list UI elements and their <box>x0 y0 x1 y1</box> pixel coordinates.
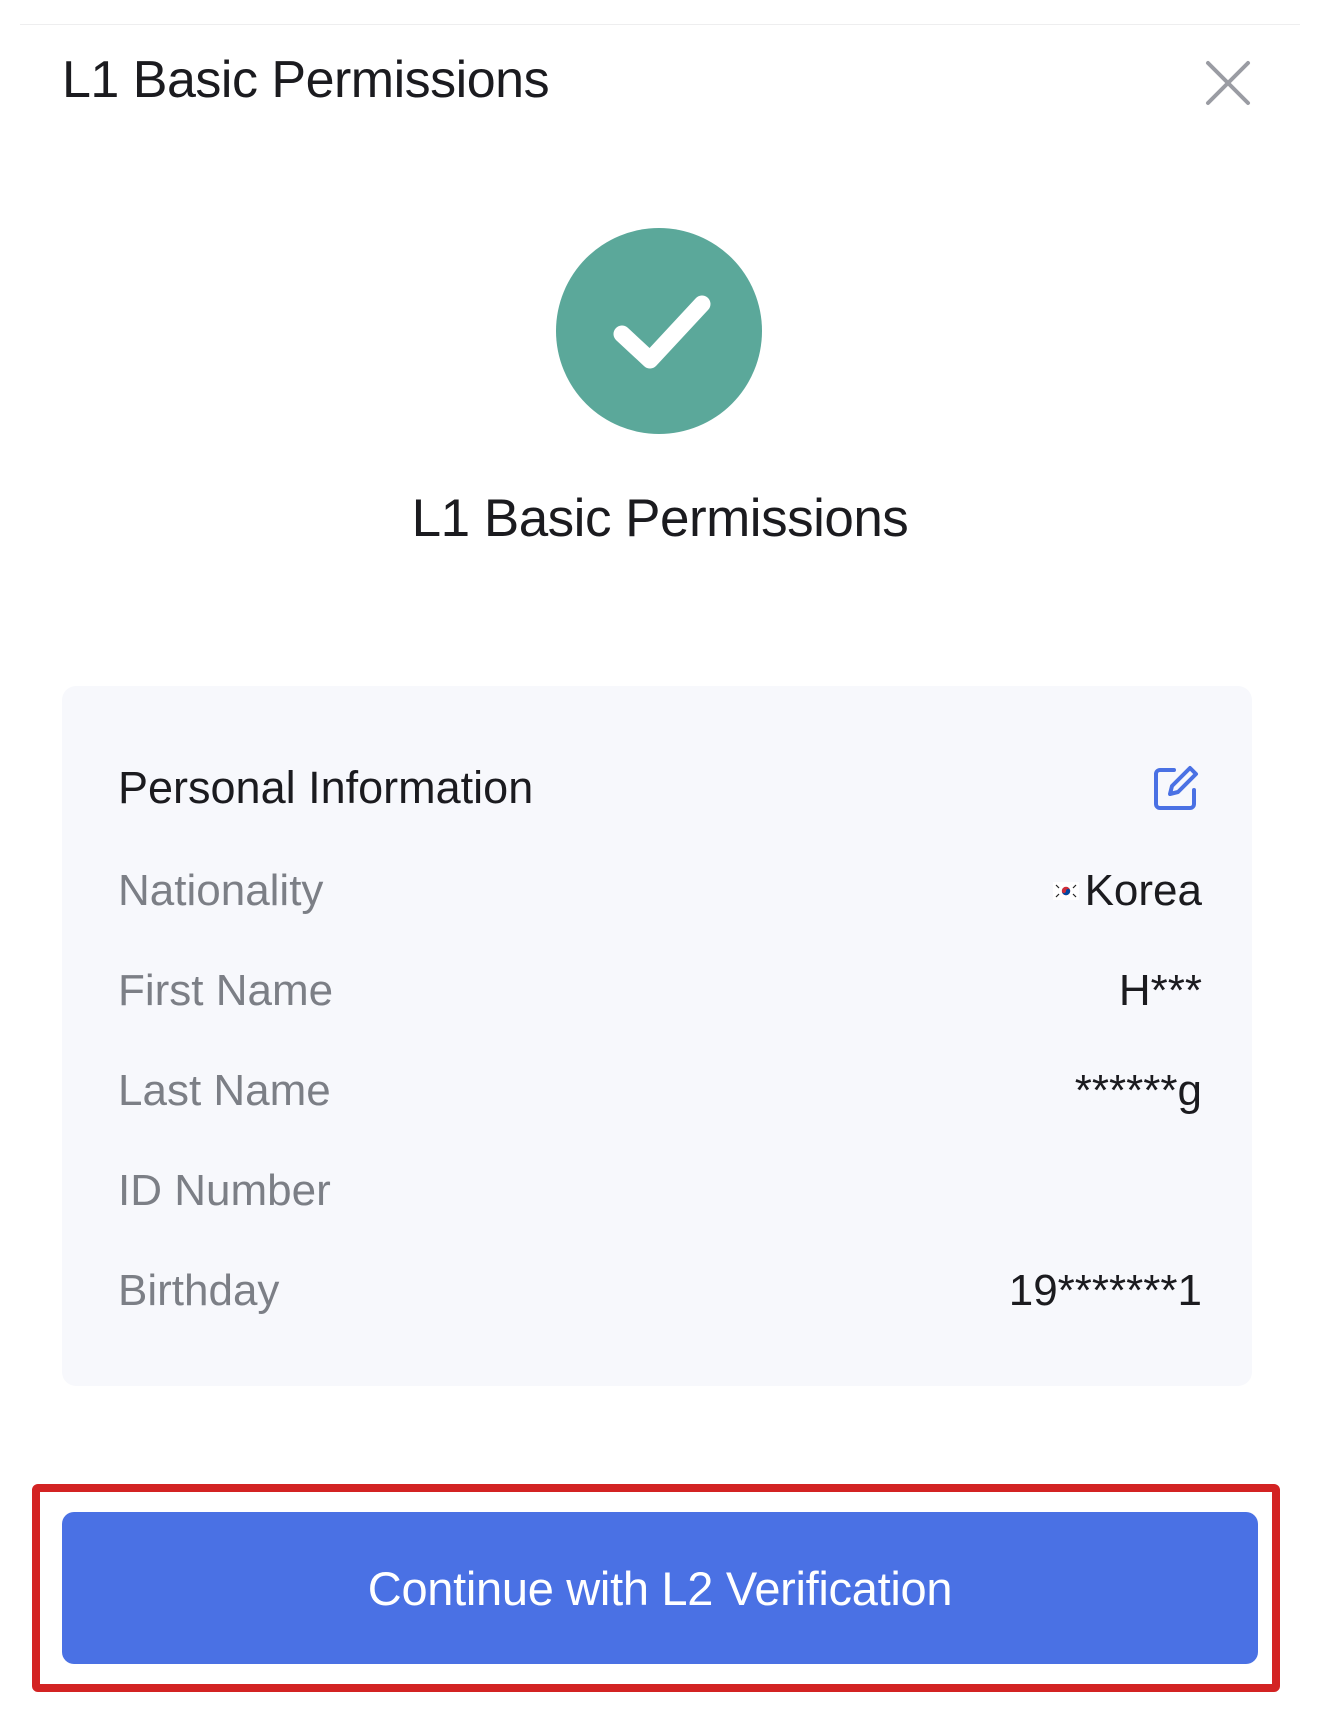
row-value: 19*******1 <box>1008 1266 1202 1315</box>
check-icon <box>613 295 711 369</box>
info-row-nationality: Nationality Korea <box>118 866 1202 926</box>
row-value: Korea <box>1052 866 1202 916</box>
personal-info-card: Personal Information Nationality Korea F… <box>62 686 1252 1386</box>
row-label: First Name <box>118 966 334 1015</box>
row-value: ******g <box>1074 1066 1202 1115</box>
close-icon <box>1206 61 1250 105</box>
modal-title: L1 Basic Permissions <box>62 51 550 109</box>
top-divider <box>20 24 1300 25</box>
info-row-id-number: ID Number <box>118 1166 1202 1226</box>
nationality-value: Korea <box>1084 866 1202 915</box>
card-title: Personal Information <box>118 762 534 813</box>
info-row-first-name: First Name H*** <box>118 966 1202 1026</box>
info-row-last-name: Last Name ******g <box>118 1066 1202 1126</box>
close-button[interactable] <box>1200 55 1256 111</box>
level-title: L1 Basic Permissions <box>411 489 909 548</box>
edit-icon <box>1154 766 1198 810</box>
row-label: Last Name <box>118 1066 331 1115</box>
row-label: ID Number <box>118 1166 331 1215</box>
korea-flag-icon <box>1052 882 1079 900</box>
success-badge <box>556 228 762 434</box>
row-label: Birthday <box>118 1266 280 1315</box>
row-value: H*** <box>1118 966 1202 1015</box>
edit-button[interactable] <box>1148 762 1202 816</box>
info-row-birthday: Birthday 19*******1 <box>118 1266 1202 1326</box>
row-label: Nationality <box>118 866 324 915</box>
continue-l2-verification-button[interactable]: Continue with L2 Verification <box>62 1512 1258 1664</box>
